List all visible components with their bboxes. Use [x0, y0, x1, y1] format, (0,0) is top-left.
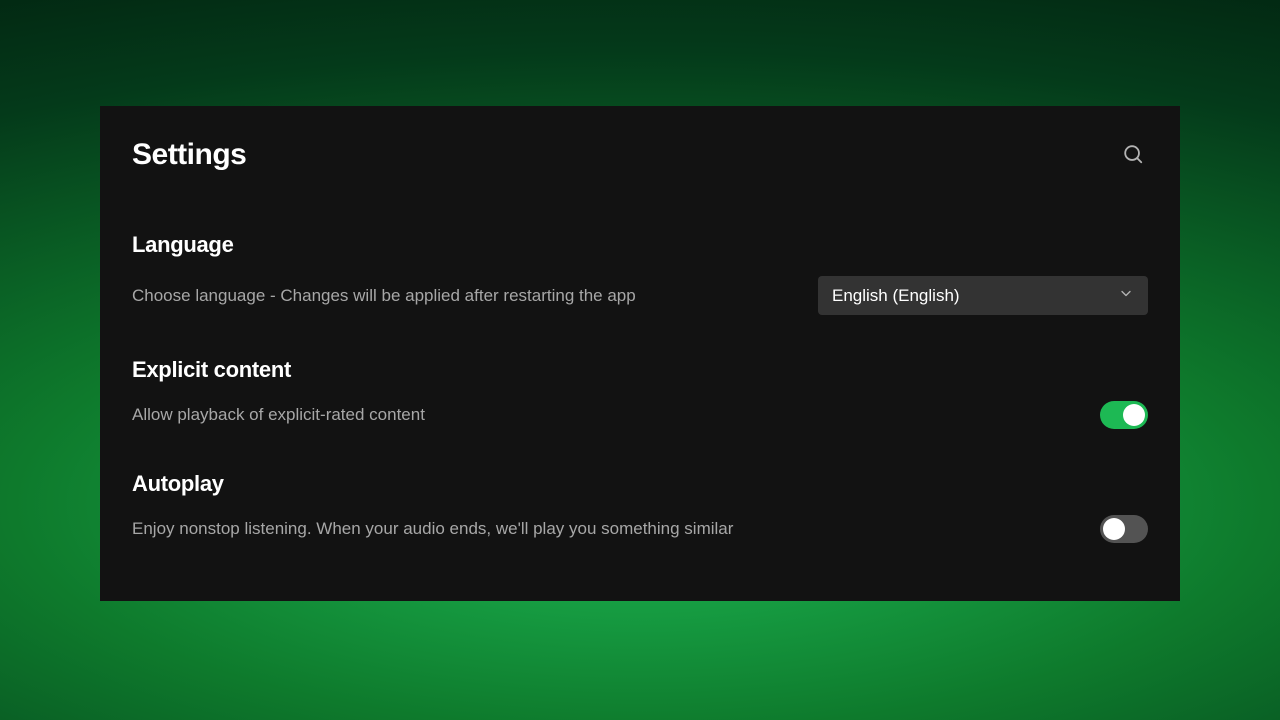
language-row: Choose language - Changes will be applie… — [132, 276, 1148, 315]
autoplay-row: Enjoy nonstop listening. When your audio… — [132, 515, 1148, 543]
language-select-wrap: English (English) — [818, 276, 1148, 315]
language-title: Language — [132, 232, 1148, 258]
settings-header: Settings — [132, 138, 1148, 172]
autoplay-section: Autoplay Enjoy nonstop listening. When y… — [132, 471, 1148, 543]
language-description: Choose language - Changes will be applie… — [132, 283, 636, 309]
explicit-toggle[interactable] — [1100, 401, 1148, 429]
explicit-section: Explicit content Allow playback of expli… — [132, 357, 1148, 429]
explicit-row: Allow playback of explicit-rated content — [132, 401, 1148, 429]
page-title: Settings — [132, 138, 246, 172]
search-icon — [1122, 143, 1144, 168]
autoplay-title: Autoplay — [132, 471, 1148, 497]
explicit-title: Explicit content — [132, 357, 1148, 383]
search-button[interactable] — [1118, 139, 1148, 172]
explicit-description: Allow playback of explicit-rated content — [132, 402, 425, 428]
autoplay-toggle[interactable] — [1100, 515, 1148, 543]
language-section: Language Choose language - Changes will … — [132, 232, 1148, 315]
toggle-knob — [1123, 404, 1145, 426]
toggle-knob — [1103, 518, 1125, 540]
language-select[interactable]: English (English) — [818, 276, 1148, 315]
settings-panel: Settings Language Choose language - Chan… — [100, 106, 1180, 601]
autoplay-description: Enjoy nonstop listening. When your audio… — [132, 516, 733, 542]
